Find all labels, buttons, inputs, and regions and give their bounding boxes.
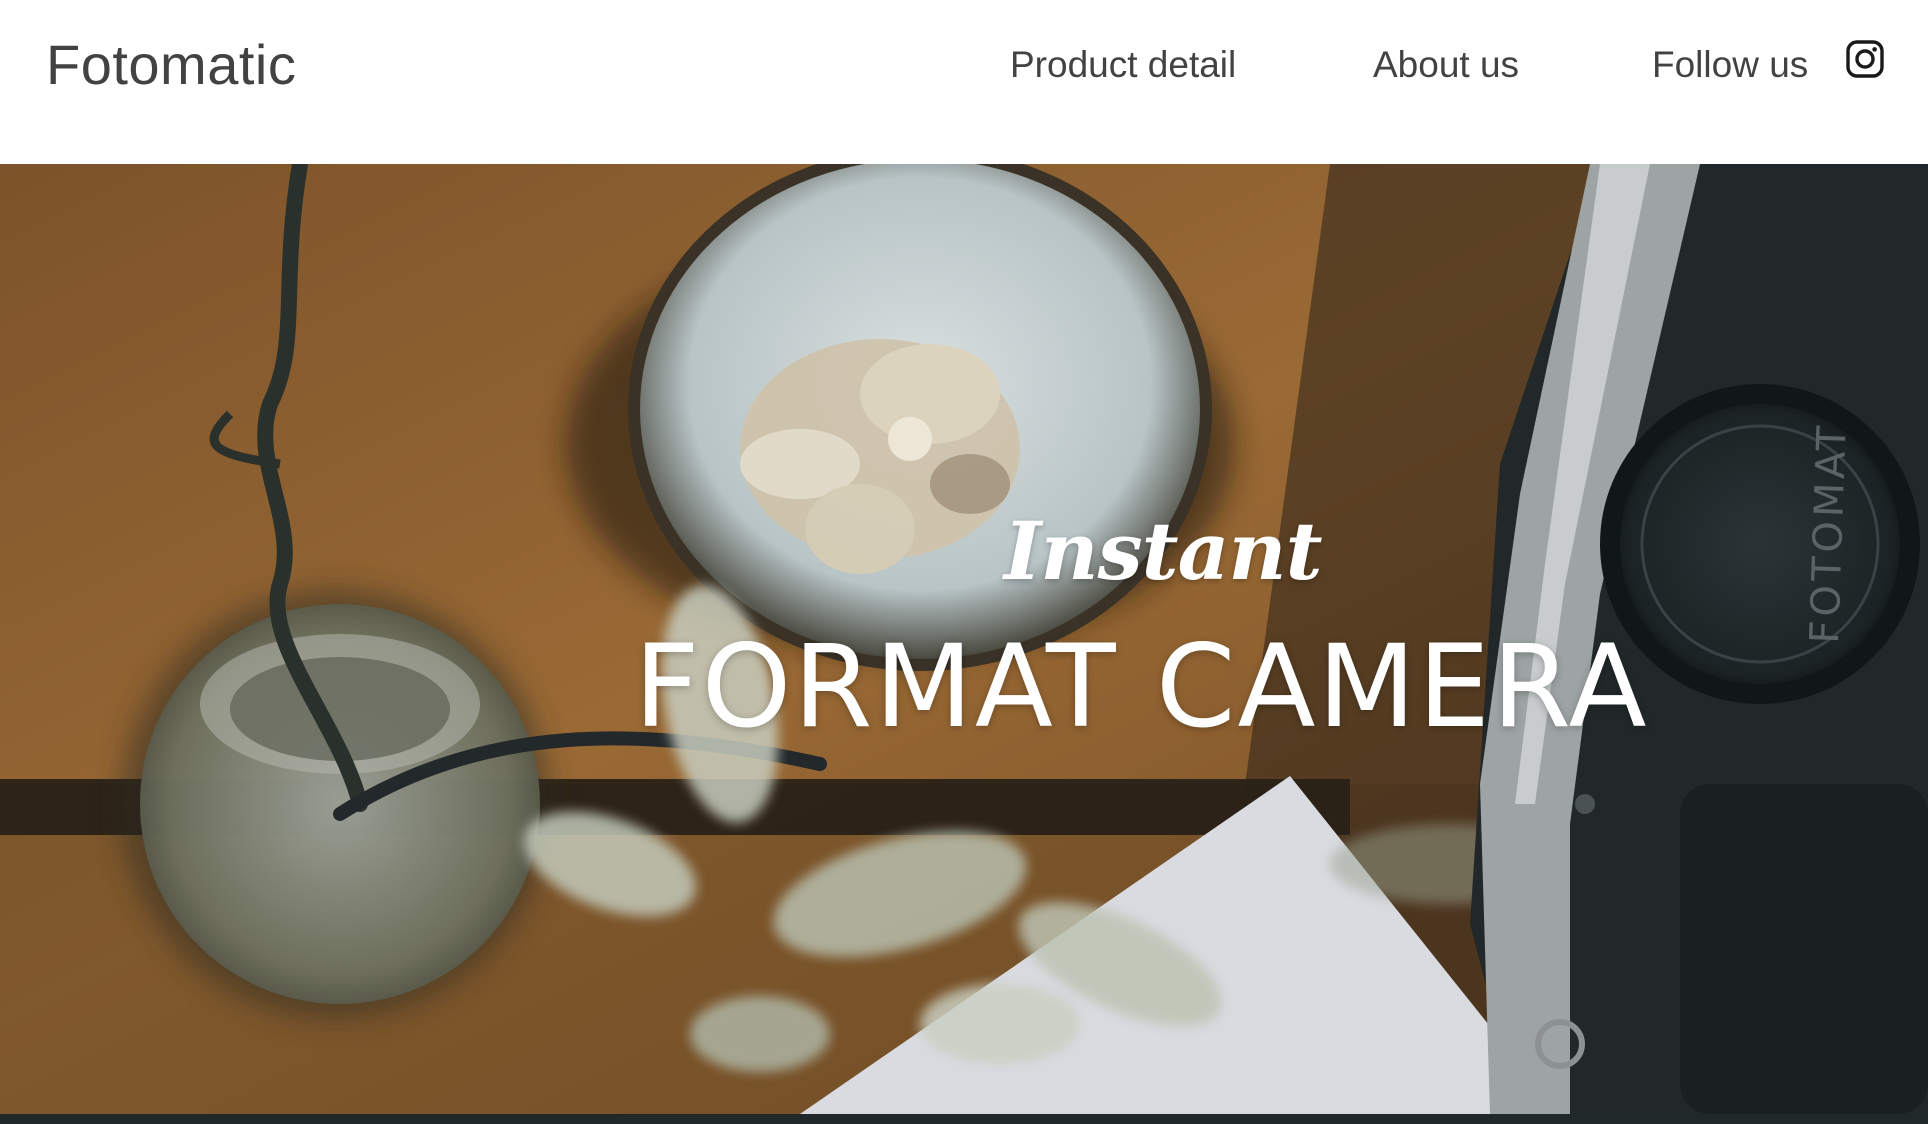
- nav-about-us[interactable]: About us: [1373, 44, 1519, 86]
- hero-script-text: Instant: [1004, 504, 1323, 598]
- nav-follow-us[interactable]: Follow us: [1652, 44, 1808, 86]
- bottom-strip: [0, 1114, 1928, 1124]
- hero-banner: FOTOMAT Instant FORMAT CAMERA: [0, 164, 1928, 1114]
- hero-title: FORMAT CAMERA: [634, 620, 1649, 753]
- site-header: Fotomatic Product detail About us Follow…: [0, 0, 1928, 164]
- lens-cap-text: FOTOMAT: [1802, 421, 1856, 644]
- brand-logo[interactable]: Fotomatic: [46, 32, 296, 97]
- instagram-icon[interactable]: [1846, 40, 1884, 78]
- nav-product-detail[interactable]: Product detail: [1010, 44, 1236, 86]
